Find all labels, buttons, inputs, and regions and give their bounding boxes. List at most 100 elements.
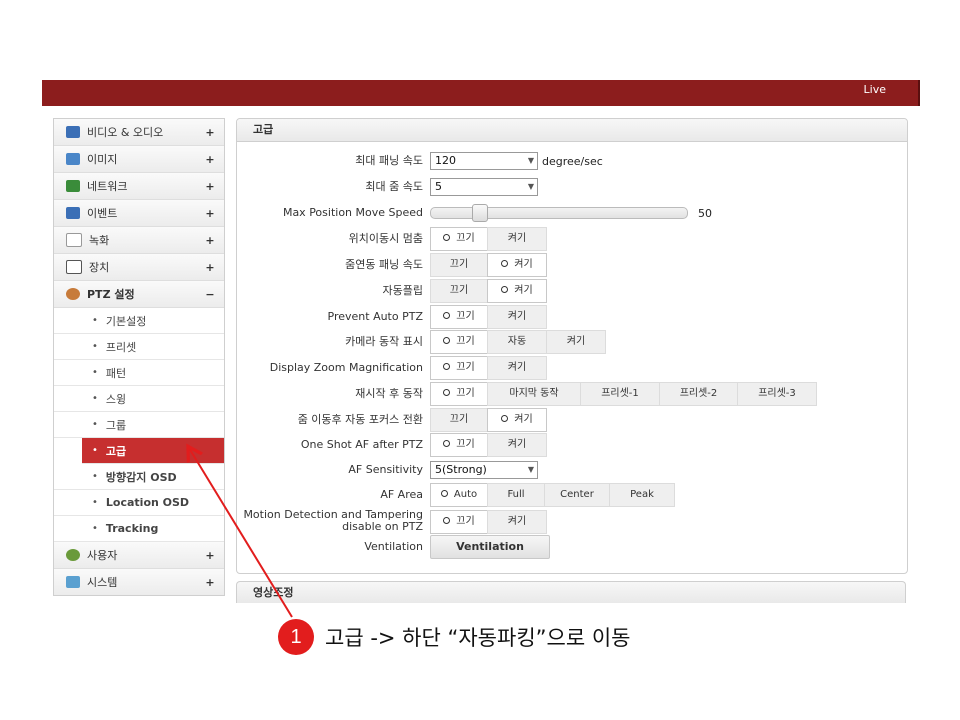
option-button[interactable]: Center [544,483,610,507]
video-audio-icon [66,126,80,138]
option-label: 끄기 [456,362,475,373]
ventilation-button[interactable]: Ventilation [430,535,550,559]
radio-selected-icon [443,516,451,524]
sidebar-sub-label: 고급 [105,444,127,458]
slider-value: 50 [698,206,712,220]
sidebar-item-image[interactable]: 이미지 + [54,146,224,173]
sidebar-item-label: 비디오 & 오디오 [87,126,164,139]
expand-icon: + [205,575,215,589]
sidebar-sub-basic[interactable]: • 기본설정 [54,308,224,334]
sidebar-item-user[interactable]: 사용자 + [54,542,224,569]
setting-label: 위치이동시 멈춤 [348,232,423,245]
sidebar-sub-group[interactable]: • 그룹 [54,412,224,438]
option-button[interactable]: 자동 [487,330,547,354]
sidebar-sub-tracking[interactable]: • Tracking [54,516,224,542]
sidebar-sub-swing[interactable]: • 스윙 [54,386,224,412]
option-button[interactable]: 켜기 [487,510,547,534]
slider-thumb[interactable] [472,204,489,222]
option-button[interactable]: 끄기 [430,356,488,380]
radio-selected-icon [440,489,448,497]
sidebar-sub-preset[interactable]: • 프리셋 [54,334,224,360]
option-button[interactable]: 끄기 [430,305,488,329]
ptz-icon [66,288,80,300]
sidebar-sub-pattern[interactable]: • 패턴 [54,360,224,386]
option-button[interactable]: 끄기 [430,510,488,534]
option-button[interactable]: 켜기 [487,253,547,277]
max-pan-speed-select[interactable]: 120 ▼ [430,152,538,170]
sidebar-item-system[interactable]: 시스템 + [54,569,224,595]
setting-label: AF Area [380,488,423,501]
option-button[interactable]: 프리셋-2 [659,382,738,406]
max-zoom-speed-select[interactable]: 5 ▼ [430,178,538,196]
option-label: 켜기 [507,439,527,450]
option-label: Peak [630,489,654,500]
bullet-icon: • [92,315,98,326]
live-link[interactable]: Live [864,80,886,99]
bullet-icon: • [92,341,98,352]
sidebar-item-network[interactable]: 네트워크 + [54,173,224,200]
option-button[interactable]: 끄기 [430,227,488,251]
option-button[interactable]: 켜기 [487,356,547,380]
sidebar-item-label: 이벤트 [87,207,118,220]
sidebar-item-label: 네트워크 [87,180,128,193]
radio-selected-icon [501,285,509,293]
max-position-speed-slider[interactable] [430,204,688,222]
option-label: Center [560,489,594,500]
sidebar-item-event[interactable]: 이벤트 + [54,200,224,227]
option-button[interactable]: 켜기 [487,279,547,303]
option-button[interactable]: 프리셋-1 [580,382,660,406]
option-button[interactable]: 켜기 [487,433,547,457]
option-button[interactable]: Auto [430,483,488,507]
option-button[interactable]: 켜기 [487,408,547,432]
option-label: 끄기 [449,259,469,270]
sidebar-item-device[interactable]: 장치 + [54,254,224,281]
setting-label: Display Zoom Magnification [269,361,423,374]
row-max-position-speed: Max Position Move Speed 50 [237,201,907,225]
sidebar-item-record[interactable]: 녹화 + [54,227,224,254]
sidebar-sub-direction-osd[interactable]: • 방향감지 OSD [54,464,224,490]
row-max-pan-speed: 최대 패닝 속도 120 ▼ degree/sec [237,149,907,173]
option-button[interactable]: 마지막 동작 [487,382,581,406]
sidebar-item-ptz[interactable]: PTZ 설정 − [54,281,224,308]
chevron-down-icon: ▼ [527,156,534,165]
sidebar-item-video-audio[interactable]: 비디오 & 오디오 + [54,119,224,146]
radio-selected-icon [501,414,509,422]
af-sensitivity-select[interactable]: 5(Strong) ▼ [430,461,538,479]
option-label: 켜기 [507,516,527,527]
expand-icon: + [205,125,215,139]
option-button[interactable]: 켜기 [487,305,547,329]
option-button[interactable]: 끄기 [430,408,488,432]
radio-selected-icon [443,336,451,344]
row-one-shot-af: One Shot AF after PTZ 끄기 켜기 [237,433,907,457]
setting-label: 최대 줌 속도 [365,180,423,193]
restart-toggle-group: 끄기 마지막 동작 프리셋-1 프리셋-2 프리셋-3 [430,382,817,406]
option-button[interactable]: 켜기 [487,227,547,251]
option-button[interactable]: 끄기 [430,382,488,406]
expand-icon: + [205,152,215,166]
record-icon [66,233,82,247]
option-button[interactable]: 끄기 [430,330,488,354]
option-button[interactable]: 끄기 [430,253,488,277]
sidebar-sub-location-osd[interactable]: • Location OSD [54,490,224,516]
option-label: 프리셋-3 [758,388,796,399]
option-button[interactable]: 켜기 [546,330,606,354]
motion-toggle-group: 끄기 켜기 [430,510,547,534]
option-button[interactable]: Peak [609,483,675,507]
sidebar-sub-advanced[interactable]: • 고급 [82,438,224,464]
option-button[interactable]: 끄기 [430,279,488,303]
radio-selected-icon [443,311,451,319]
option-label: Auto [453,489,478,500]
image-adjust-panel-title: 영상조정 [236,581,906,603]
chevron-down-icon: ▼ [527,465,534,474]
network-icon [66,180,80,192]
row-zoom-magnification: Display Zoom Magnification 끄기 켜기 [237,356,907,380]
option-button[interactable]: 프리셋-3 [737,382,817,406]
zoom-mag-toggle-group: 끄기 켜기 [430,356,547,380]
option-button[interactable]: Full [487,483,545,507]
option-button[interactable]: 끄기 [430,433,488,457]
sidebar-sub-label: Tracking [105,522,159,535]
step-number-badge: 1 [278,619,314,655]
system-icon [66,576,80,588]
setting-label: One Shot AF after PTZ [300,438,423,451]
bullet-icon: • [92,445,98,456]
